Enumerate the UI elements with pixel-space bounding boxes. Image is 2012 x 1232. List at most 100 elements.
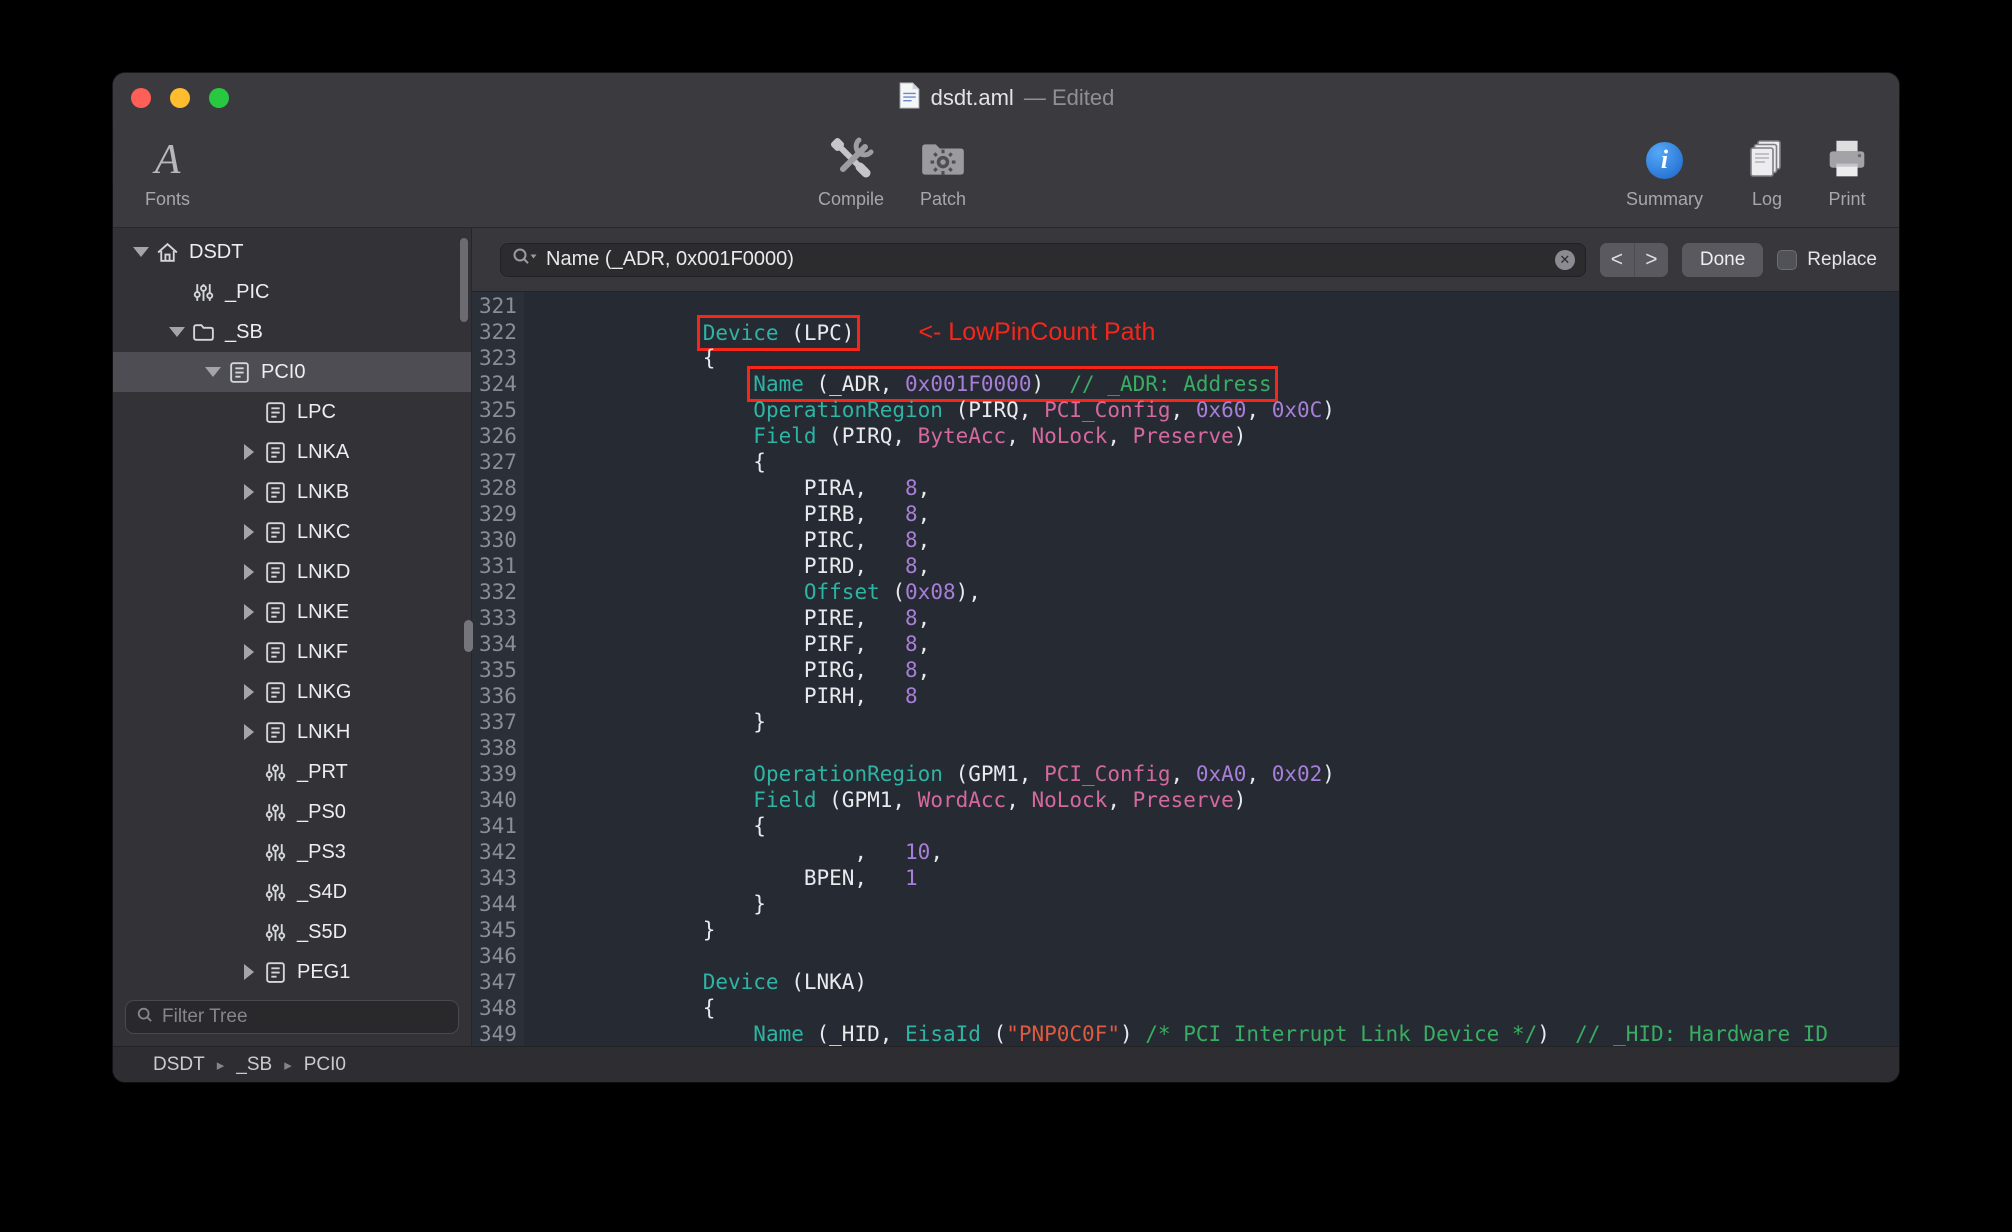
search-input[interactable] xyxy=(546,248,1547,271)
code-line[interactable]: 349 Name (_HID, EisaId ("PNP0C0F") /* PC… xyxy=(472,1021,1899,1046)
zoom-window-button[interactable] xyxy=(209,88,229,108)
sidebar-item-_pic[interactable]: _PIC xyxy=(113,272,471,312)
filter-tree-field[interactable] xyxy=(125,1000,459,1034)
disclosure-triangle-icon[interactable] xyxy=(235,724,263,740)
tree-item-label: LNKE xyxy=(297,600,350,623)
sidebar-item-lnkc[interactable]: LNKC xyxy=(113,512,471,552)
tree-item-label: LNKC xyxy=(297,520,351,543)
code-line[interactable]: 327 { xyxy=(472,449,1899,475)
breadcrumb-item-pci0[interactable]: PCI0 xyxy=(304,1054,346,1076)
red-annotation-box: Device (LPC) xyxy=(696,315,861,351)
sidebar-item-lnkh[interactable]: LNKH xyxy=(113,712,471,752)
search-scope-icon[interactable] xyxy=(511,247,538,272)
code-line[interactable]: 348 { xyxy=(472,995,1899,1021)
breadcrumb-item-_sb[interactable]: _SB xyxy=(236,1054,272,1076)
disclosure-triangle-icon[interactable] xyxy=(235,444,263,460)
sidebar-item-_prt[interactable]: _PRT xyxy=(113,752,471,792)
disclosure-triangle-icon[interactable] xyxy=(235,604,263,620)
code-line[interactable]: 340 Field (GPM1, WordAcc, NoLock, Preser… xyxy=(472,787,1899,813)
toolbar-button-patch[interactable]: Patch xyxy=(918,133,968,210)
disclosure-triangle-icon[interactable] xyxy=(199,367,227,377)
disclosure-triangle-icon[interactable] xyxy=(235,524,263,540)
code-line[interactable]: 345 } xyxy=(472,917,1899,943)
code-token: 0x0C xyxy=(1271,398,1323,422)
code-line[interactable]: 333 PIRE, 8, xyxy=(472,605,1899,631)
code-line[interactable]: 328 PIRA, 8, xyxy=(472,475,1899,501)
code-line[interactable]: 339 OperationRegion (GPM1, PCI_Config, 0… xyxy=(472,761,1899,787)
sidebar-item-lnka[interactable]: LNKA xyxy=(113,432,471,472)
code-token: ) xyxy=(1322,762,1335,786)
code-line[interactable]: 337 } xyxy=(472,709,1899,735)
line-number: 321 xyxy=(479,294,517,318)
code-editor[interactable]: 321 322 Device (LPC) <- LowPinCount Path 32… xyxy=(472,292,1899,1046)
find-previous-button[interactable]: < xyxy=(1599,242,1634,277)
code-token: PIRE, xyxy=(551,606,906,630)
breadcrumb-item-dsdt[interactable]: DSDT xyxy=(153,1054,205,1076)
sidebar-scrollbar-thumb[interactable] xyxy=(460,238,468,322)
disclosure-triangle-icon[interactable] xyxy=(163,327,191,337)
minimize-window-button[interactable] xyxy=(170,88,190,108)
sidebar-item-lnkb[interactable]: LNKB xyxy=(113,472,471,512)
sidebar-item-peg1[interactable]: PEG1 xyxy=(113,952,471,992)
sidebar-item-lnke[interactable]: LNKE xyxy=(113,592,471,632)
code-token: ) xyxy=(1233,424,1247,448)
done-button[interactable]: Done xyxy=(1681,242,1764,277)
code-line[interactable]: 332 Offset (0x08), xyxy=(472,579,1899,605)
sidebar-item-lnkg[interactable]: LNKG xyxy=(113,672,471,712)
code-line[interactable]: 326 Field (PIRQ, ByteAcc, NoLock, Preser… xyxy=(472,423,1899,449)
sidebar-item-dsdt[interactable]: DSDT xyxy=(113,232,471,272)
close-window-button[interactable] xyxy=(131,88,151,108)
sidebar-item-_sb[interactable]: _SB xyxy=(113,312,471,352)
code-line[interactable]: 344 } xyxy=(472,891,1899,917)
toolbar-button-summary[interactable]: i Summary xyxy=(1626,133,1703,210)
code-line[interactable]: 346 xyxy=(472,943,1899,969)
code-line[interactable]: 338 xyxy=(472,735,1899,761)
code-line[interactable]: 324 Name (_ADR, 0x001F0000) // _ADR: Add… xyxy=(472,366,1899,402)
pane-splitter-handle[interactable] xyxy=(464,620,473,652)
code-line[interactable]: 321 xyxy=(472,293,1899,319)
disclosure-triangle-icon[interactable] xyxy=(235,644,263,660)
tree-item-label: LNKG xyxy=(297,680,352,703)
mixer-icon xyxy=(263,800,288,825)
code-line[interactable]: 325 OperationRegion (PIRQ, PCI_Config, 0… xyxy=(472,397,1899,423)
sidebar-item-_ps3[interactable]: _PS3 xyxy=(113,832,471,872)
toolbar-label-print: Print xyxy=(1828,189,1866,209)
code-line[interactable]: 322 Device (LPC) <- LowPinCount Path xyxy=(472,315,1899,351)
sidebar-item-lnkf[interactable]: LNKF xyxy=(113,632,471,672)
sidebar-item-lpc[interactable]: LPC xyxy=(113,392,471,432)
search-field[interactable]: ✕ xyxy=(500,242,1586,277)
toolbar-button-log[interactable]: Log xyxy=(1743,133,1791,210)
filter-tree-input[interactable] xyxy=(162,1006,448,1028)
toolbar-button-print[interactable]: Print xyxy=(1822,133,1872,210)
disclosure-triangle-icon[interactable] xyxy=(127,247,155,257)
clear-search-button[interactable]: ✕ xyxy=(1554,249,1575,270)
code-line[interactable]: 341 { xyxy=(472,813,1899,839)
sidebar-item-_s5d[interactable]: _S5D xyxy=(113,912,471,952)
code-line[interactable]: 343 BPEN, 1 xyxy=(472,865,1899,891)
sidebar-item-lnkd[interactable]: LNKD xyxy=(113,552,471,592)
replace-checkbox[interactable] xyxy=(1777,249,1798,270)
sidebar-item-_ps0[interactable]: _PS0 xyxy=(113,792,471,832)
code-line[interactable]: 329 PIRB, 8, xyxy=(472,501,1899,527)
sidebar-item-pci0[interactable]: PCI0 xyxy=(113,352,471,392)
code-line[interactable]: 342 , 10, xyxy=(472,839,1899,865)
disclosure-triangle-icon[interactable] xyxy=(235,964,263,980)
disclosure-triangle-icon[interactable] xyxy=(235,484,263,500)
code-line[interactable]: 331 PIRD, 8, xyxy=(472,553,1899,579)
toolbar-button-fonts[interactable]: A Fonts xyxy=(145,133,190,210)
disclosure-triangle-icon[interactable] xyxy=(235,684,263,700)
code-line[interactable]: 335 PIRG, 8, xyxy=(472,657,1899,683)
disclosure-triangle-icon[interactable] xyxy=(235,564,263,580)
window-title-edited-badge: — Edited xyxy=(1023,85,1115,110)
sidebar-item-_s4d[interactable]: _S4D xyxy=(113,872,471,912)
code-line-text: { xyxy=(524,449,766,475)
window-titlebar[interactable]: dsdt.aml — Edited xyxy=(113,73,1899,123)
code-line[interactable]: 347 Device (LNKA) xyxy=(472,969,1899,995)
code-line[interactable]: 336 PIRH, 8 xyxy=(472,683,1899,709)
toolbar-button-compile[interactable]: Compile xyxy=(818,133,884,210)
line-number: 325 xyxy=(479,398,517,422)
code-line[interactable]: 330 PIRC, 8, xyxy=(472,527,1899,553)
find-next-button[interactable]: > xyxy=(1633,242,1668,277)
code-line[interactable]: 323 { xyxy=(472,345,1899,371)
code-line[interactable]: 334 PIRF, 8, xyxy=(472,631,1899,657)
